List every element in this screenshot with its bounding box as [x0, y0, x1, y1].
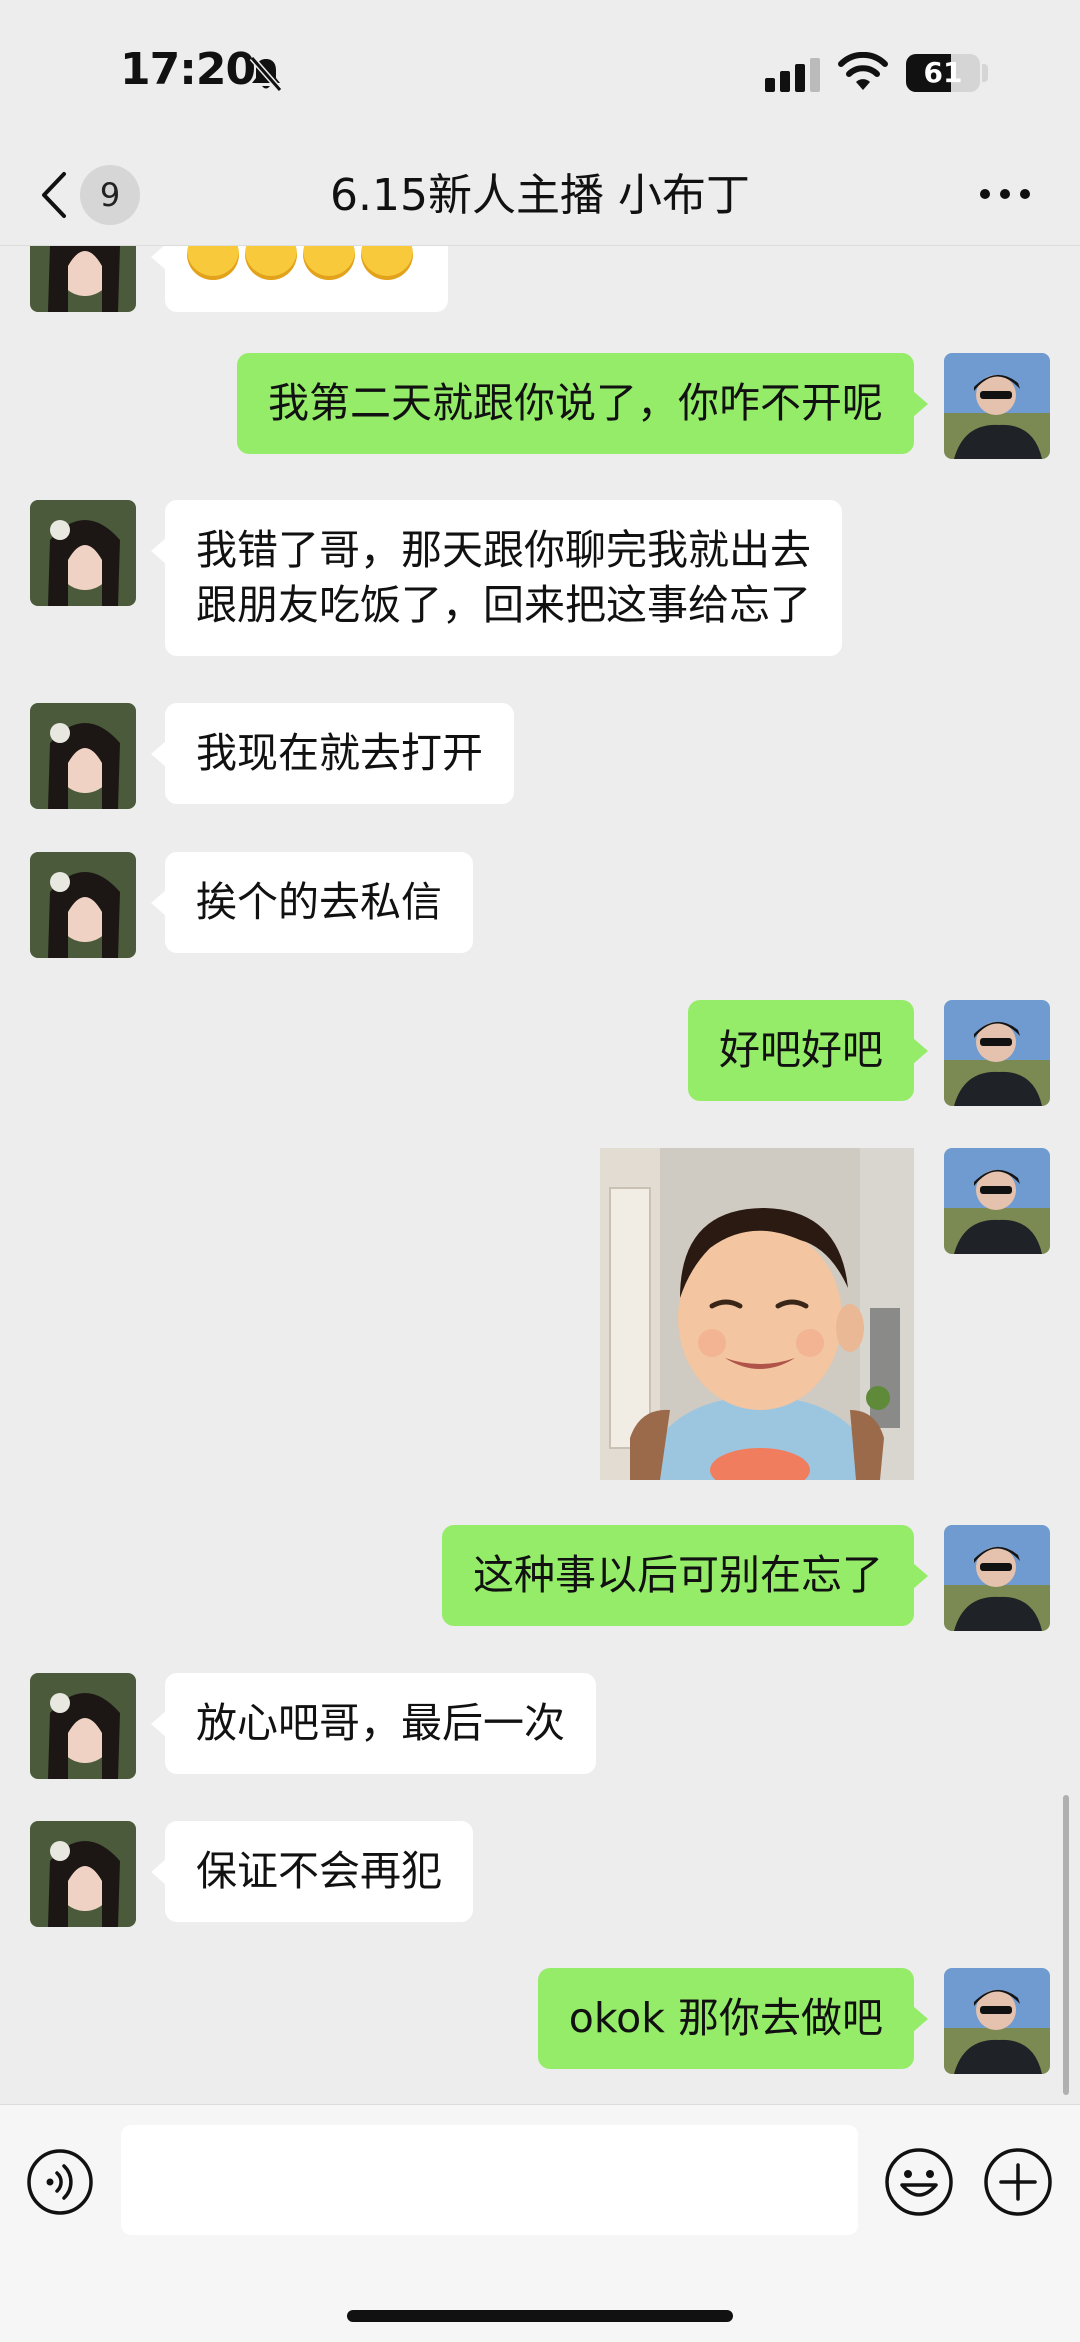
battery-icon: 61	[906, 54, 980, 92]
message-bubble-sent[interactable]: okok 那你去做吧	[537, 1968, 929, 2069]
chat-title: 6.15新人主播 小布丁	[330, 170, 750, 221]
my-avatar[interactable]	[944, 1968, 1050, 2074]
my-avatar[interactable]	[944, 1525, 1050, 1631]
plus-icon[interactable]	[983, 2147, 1053, 2217]
message-bubble-received[interactable]: 我现在就去打开	[151, 703, 514, 804]
contact-avatar[interactable]	[30, 852, 136, 958]
bell-muted-icon	[249, 56, 283, 92]
my-avatar[interactable]	[944, 1000, 1050, 1106]
emoji-icon[interactable]	[884, 2147, 954, 2217]
chevron-left-icon[interactable]	[36, 170, 72, 220]
message-bubble-sent[interactable]: 这种事以后可别在忘了	[442, 1525, 928, 1626]
status-bar: 17:20 61	[0, 0, 1080, 150]
unread-count-badge[interactable]: 9	[80, 165, 140, 225]
sweat-smile-emoji	[187, 246, 239, 280]
message-input[interactable]	[121, 2125, 858, 2235]
message-bubble-received[interactable]: 我错了哥，那天跟你聊完我就出去 跟朋友吃饭了，回来把这事给忘了	[151, 500, 842, 656]
smiling-toddler-photo[interactable]	[600, 1148, 914, 1480]
battery-percent: 61	[923, 56, 963, 89]
contact-avatar[interactable]	[30, 703, 136, 809]
sweat-smile-emoji	[303, 246, 355, 280]
voice-icon[interactable]	[26, 2148, 94, 2216]
sweat-smile-emoji	[245, 246, 297, 280]
scrollbar[interactable]	[1063, 1795, 1069, 2095]
battery-cap	[982, 64, 988, 82]
message-bubble-sent[interactable]: 好吧好吧	[688, 1000, 928, 1101]
contact-avatar[interactable]	[30, 246, 136, 312]
more-dots-icon[interactable]	[978, 186, 1032, 202]
message-bubble-received[interactable]: 放心吧哥，最后一次	[151, 1673, 596, 1774]
contact-avatar[interactable]	[30, 500, 136, 606]
status-time: 17:20	[120, 44, 256, 95]
contact-avatar[interactable]	[30, 1821, 136, 1927]
message-bubble-received[interactable]: 挨个的去私信	[151, 852, 473, 953]
message-bubble-received[interactable]: 保证不会再犯	[151, 1821, 473, 1922]
wifi-icon	[838, 52, 888, 90]
home-indicator[interactable]	[347, 2310, 733, 2322]
input-bar	[0, 2104, 1080, 2342]
message-bubble-sent[interactable]: 我第二天就跟你说了，你咋不开呢	[237, 353, 928, 454]
my-avatar[interactable]	[944, 353, 1050, 459]
my-avatar[interactable]	[944, 1148, 1050, 1254]
contact-avatar[interactable]	[30, 1673, 136, 1779]
message-bubble-received[interactable]	[151, 246, 448, 312]
sweat-smile-emoji	[361, 246, 413, 280]
cellular-signal-icon	[765, 58, 820, 92]
emoji-group	[187, 246, 413, 280]
chat-header: 9 6.15新人主播 小布丁	[0, 150, 1080, 246]
message-list[interactable]: 我第二天就跟你说了，你咋不开呢 我错了哥，那天跟你聊完我就出去 跟朋友吃饭了，回…	[0, 246, 1080, 2104]
